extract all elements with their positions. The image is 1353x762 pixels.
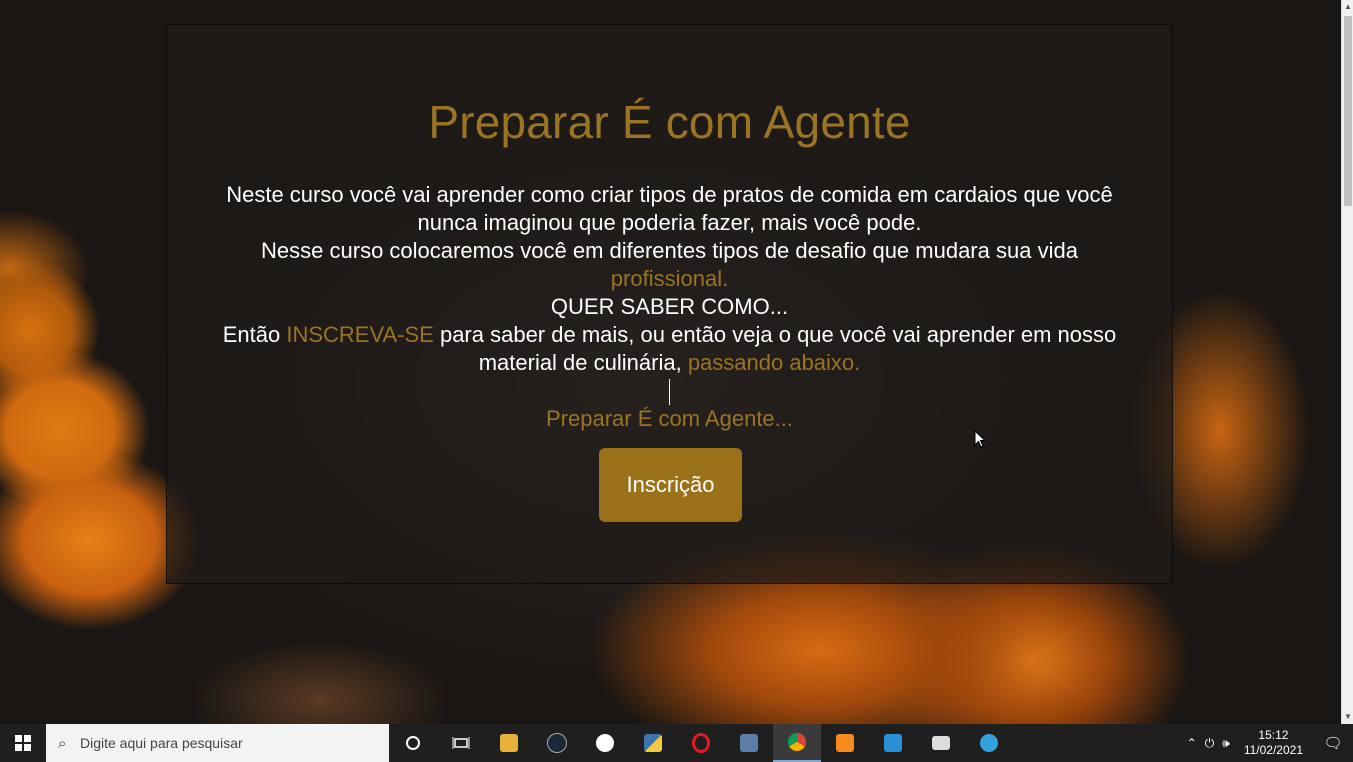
intro-line-2-highlight: profissional.: [610, 266, 729, 291]
text-caret: [669, 379, 670, 405]
page-title: Preparar É com Agente: [428, 96, 911, 148]
scroll-hint-highlight: passando abaixo.: [687, 350, 861, 375]
python-icon[interactable]: [629, 724, 677, 762]
volume-icon[interactable]: 🕪: [1218, 736, 1234, 751]
windows-logo-icon: [15, 735, 31, 751]
opera-icon[interactable]: [677, 724, 725, 762]
hero-card: Preparar É com Agente Neste curso você v…: [166, 24, 1173, 584]
file-explorer-icon[interactable]: [485, 724, 533, 762]
chevron-up-icon[interactable]: ⌃: [1183, 736, 1201, 750]
taskbar-search[interactable]: ⌕ Digite aqui para pesquisar: [46, 724, 389, 762]
subscribe-highlight: INSCREVA-SE: [286, 322, 434, 347]
scroll-up-icon[interactable]: ▲: [1342, 0, 1353, 14]
page-scrollbar[interactable]: ▲ ▼: [1341, 0, 1353, 724]
tagline: Preparar É com Agente...: [545, 406, 794, 431]
search-icon: ⌕: [58, 734, 67, 752]
intro-line-3: QUER SABER COMO...: [550, 294, 789, 319]
intro-line-2: Nesse curso colocaremos você em diferent…: [261, 238, 1078, 263]
system-tray: ⌃ ⏻ 🕪 15:12 11/02/2021 🗨: [1183, 724, 1353, 762]
steam-icon[interactable]: [533, 724, 581, 762]
notification-icon[interactable]: 🗨: [1313, 734, 1353, 752]
scroll-down-icon[interactable]: ▼: [1342, 710, 1353, 724]
chrome-icon[interactable]: [773, 724, 821, 762]
sublime-text-icon[interactable]: [821, 724, 869, 762]
windows-taskbar: ⌕ Digite aqui para pesquisar ⌃ ⏻ 🕪 15:12…: [0, 724, 1353, 762]
cortana-icon[interactable]: [389, 724, 437, 762]
calculator-icon[interactable]: [725, 724, 773, 762]
start-button[interactable]: [0, 724, 46, 762]
power-icon[interactable]: ⏻: [1201, 736, 1219, 751]
intro-line-4-start: Então: [222, 322, 287, 347]
search-placeholder: Digite aqui para pesquisar: [80, 735, 243, 751]
subscribe-button[interactable]: Inscrição: [599, 448, 742, 522]
scroll-thumb[interactable]: [1344, 16, 1352, 206]
intro-line-1: Neste curso você vai aprender como criar…: [226, 182, 1113, 235]
remote-desktop-icon[interactable]: [917, 724, 965, 762]
telegram-icon[interactable]: [965, 724, 1013, 762]
clock-time: 15:12: [1258, 728, 1289, 742]
task-view-icon[interactable]: [437, 724, 485, 762]
clock-date: 11/02/2021: [1243, 743, 1303, 757]
vscode-icon[interactable]: [869, 724, 917, 762]
intro-text: Neste curso você vai aprender como criar…: [207, 181, 1132, 433]
mouse-cursor-icon: [974, 430, 987, 448]
clock[interactable]: 15:12 11/02/2021: [1234, 728, 1313, 758]
whatsapp-icon[interactable]: [581, 724, 629, 762]
